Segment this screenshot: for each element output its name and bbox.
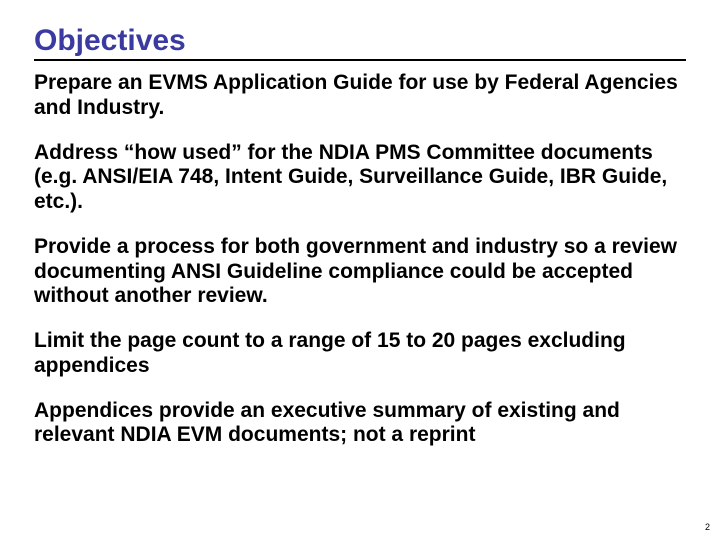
paragraph: Prepare an EVMS Application Guide for us… bbox=[34, 71, 686, 121]
paragraph: Appendices provide an executive summary … bbox=[34, 399, 686, 449]
paragraph: Limit the page count to a range of 15 to… bbox=[34, 329, 686, 379]
slide-title: Objectives bbox=[34, 24, 686, 61]
page-number: 2 bbox=[705, 522, 710, 532]
paragraph: Provide a process for both government an… bbox=[34, 235, 686, 309]
paragraph: Address “how used” for the NDIA PMS Comm… bbox=[34, 141, 686, 215]
slide: Objectives Prepare an EVMS Application G… bbox=[0, 0, 720, 540]
